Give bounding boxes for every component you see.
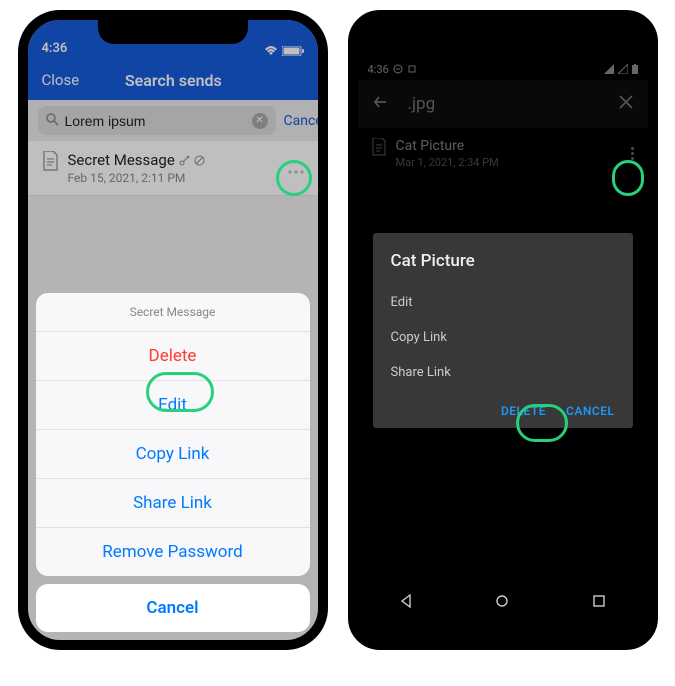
action-sheet-cancel-button[interactable]: Cancel bbox=[36, 584, 310, 632]
ios-device-frame: 4:36 Close Search sends ✕ Cancel Secret … bbox=[18, 10, 328, 650]
share-link-button[interactable]: Share Link bbox=[391, 355, 615, 390]
ios-notch bbox=[98, 20, 248, 44]
action-sheet-title: Secret Message bbox=[36, 293, 310, 332]
share-link-button[interactable]: Share Link bbox=[36, 479, 310, 528]
nav-recent-button[interactable] bbox=[591, 593, 607, 609]
dialog-title: Cat Picture bbox=[391, 251, 615, 271]
edit-button[interactable]: Edit bbox=[36, 381, 310, 430]
ios-action-sheet: Secret Message Delete Edit Copy Link Sha… bbox=[36, 293, 310, 576]
copy-link-button[interactable]: Copy Link bbox=[391, 320, 615, 355]
ios-action-sheet-overlay[interactable]: Secret Message Delete Edit Copy Link Sha… bbox=[28, 20, 318, 640]
android-device-frame: 4:36 .jpg Cat Picture Mar 1, 2021, 2:34 … bbox=[348, 10, 658, 650]
delete-button[interactable]: Delete bbox=[36, 332, 310, 381]
copy-link-button[interactable]: Copy Link bbox=[36, 430, 310, 479]
android-dialog: Cat Picture Edit Copy Link Share Link DE… bbox=[373, 233, 633, 428]
cancel-button[interactable]: CANCEL bbox=[566, 404, 614, 418]
nav-home-button[interactable] bbox=[494, 593, 510, 609]
dialog-actions: DELETE CANCEL bbox=[391, 404, 615, 418]
android-nav-bar bbox=[358, 596, 648, 640]
delete-button[interactable]: DELETE bbox=[501, 404, 546, 418]
android-dialog-overlay[interactable]: Cat Picture Edit Copy Link Share Link DE… bbox=[358, 20, 648, 640]
edit-button[interactable]: Edit bbox=[391, 285, 615, 320]
nav-back-button[interactable] bbox=[398, 593, 414, 609]
remove-password-button[interactable]: Remove Password bbox=[36, 528, 310, 576]
